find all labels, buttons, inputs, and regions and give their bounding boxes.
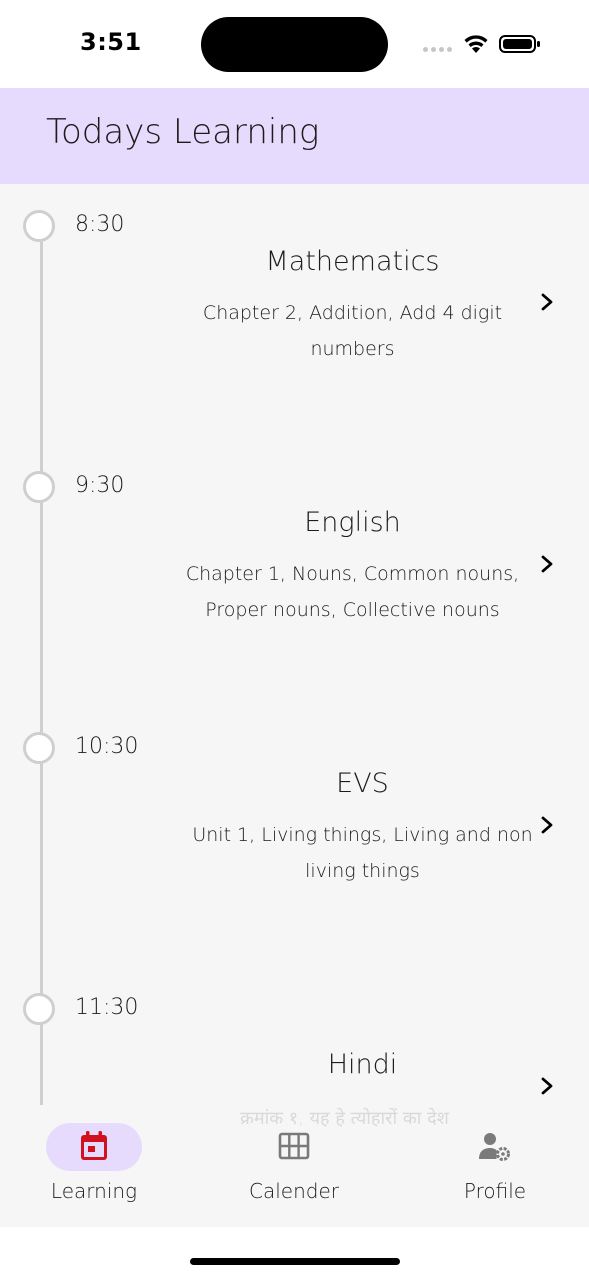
calendar-icon <box>81 1131 107 1160</box>
chevron-right-icon[interactable] <box>540 292 554 312</box>
timeline-dot <box>23 210 55 242</box>
slot-time: 8:30 <box>75 212 125 237</box>
grid-icon <box>278 1132 310 1160</box>
lesson-subject: Mathematics <box>265 246 440 277</box>
timeline-dot <box>23 732 55 764</box>
nav-label: Profile <box>463 1179 527 1203</box>
lesson-description: Chapter 1, Nouns, Common nouns, Proper n… <box>185 563 520 621</box>
lesson-card-evs[interactable]: EVS Unit 1, Living things, Living and no… <box>190 768 535 889</box>
slot-time: 11:30 <box>75 995 139 1020</box>
user-settings-icon <box>479 1133 510 1161</box>
lesson-card-english[interactable]: English Chapter 1, Nouns, Common nouns, … <box>180 507 525 628</box>
timeline-line <box>40 226 43 1227</box>
cellular-signal-icon <box>423 47 453 53</box>
chevron-right-icon[interactable] <box>540 554 554 574</box>
lesson-subject: English <box>304 507 401 538</box>
chevron-right-icon[interactable] <box>540 1076 554 1096</box>
chevron-right-icon[interactable] <box>540 815 554 835</box>
status-bar: 3:51 <box>0 0 589 88</box>
page-title: Todays Learning <box>46 112 320 152</box>
schedule-timeline[interactable]: 8:30 Mathematics Chapter 2, Addition, Ad… <box>0 184 589 1227</box>
wifi-icon <box>464 35 488 53</box>
slot-time: 10:30 <box>75 734 139 759</box>
lesson-card-mathematics[interactable]: Mathematics Chapter 2, Addition, Add 4 d… <box>180 246 525 367</box>
nav-learning[interactable]: Learning <box>0 1105 142 1215</box>
lesson-subject: Hindi <box>327 1049 398 1080</box>
home-indicator[interactable] <box>190 1258 400 1265</box>
status-time: 3:51 <box>80 28 142 56</box>
battery-icon <box>499 35 540 53</box>
lesson-description: Unit 1, Living things, Living and non li… <box>192 824 533 882</box>
lesson-description-hindi: क्रमांक १, यह हे त्योहारों का देश <box>240 1108 449 1129</box>
dynamic-island <box>201 17 388 72</box>
nav-label: Calender <box>249 1179 339 1203</box>
nav-label: Learning <box>50 1179 138 1203</box>
lesson-description: Chapter 2, Addition, Add 4 digit numbers <box>202 302 503 360</box>
timeline-dot <box>23 471 55 503</box>
lesson-card-hindi[interactable]: Hindi <box>190 1049 535 1080</box>
lesson-subject: EVS <box>336 768 389 799</box>
slot-time: 9:30 <box>75 473 125 498</box>
timeline-dot <box>23 993 55 1025</box>
